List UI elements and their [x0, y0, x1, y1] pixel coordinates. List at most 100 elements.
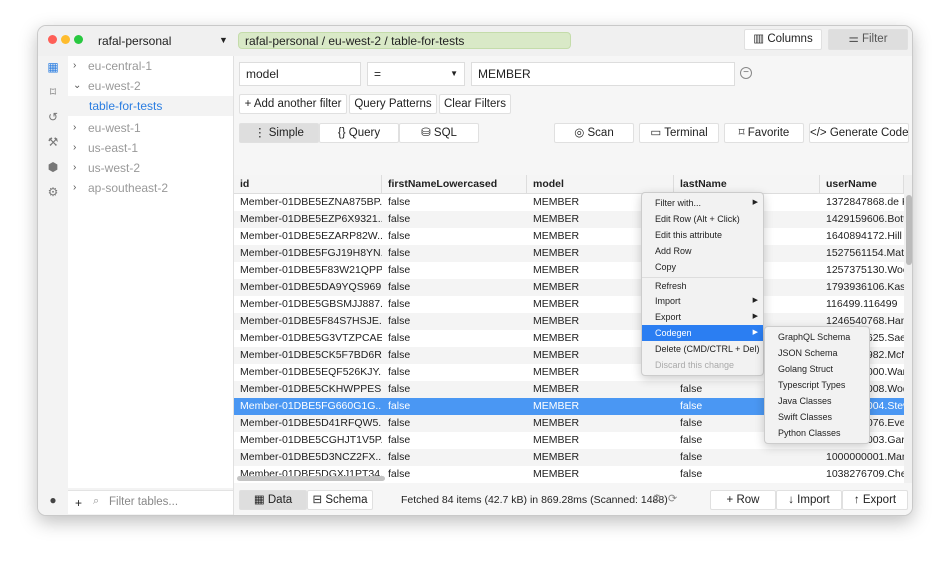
table-row[interactable]: Member-01DBE5D3NCZ2FX... false MEMBER false… — [234, 449, 904, 466]
add-row-button[interactable]: + Row — [710, 490, 776, 510]
column-header-username[interactable]: userName — [820, 175, 904, 193]
region-eu-west-2[interactable]: ⌄ eu-west-2 — [68, 76, 233, 96]
table-row[interactable]: Member-01DBE5DA9YQS969...falseMEMBERfals… — [234, 279, 904, 296]
table-cell[interactable]: false — [674, 449, 820, 466]
filter-operator-select[interactable]: = ▼ — [367, 62, 465, 86]
terminal-button[interactable]: ▭ Terminal — [639, 123, 719, 143]
table-cell[interactable]: false — [674, 466, 820, 483]
table-cell[interactable]: false — [382, 228, 527, 245]
filter-tables-input[interactable]: Filter tables... — [109, 496, 178, 508]
menu-item-export[interactable]: Export ▶ — [642, 309, 763, 325]
table-cell[interactable]: MEMBER — [527, 449, 674, 466]
table-cell[interactable]: 1640894172.Hill — [820, 228, 904, 245]
submenu-item-swift-classes[interactable]: Swift Classes — [765, 409, 869, 425]
table-row[interactable]: Member-01DBE5EZP6X9321...falseMEMBERfals… — [234, 211, 904, 228]
horizontal-scroll-thumb[interactable] — [237, 476, 385, 481]
table-cell[interactable]: Member-01DBE5EZP6X9321... — [234, 211, 382, 228]
table-row[interactable]: Member-01DBE5EZARP82W...falseMEMBERfalse… — [234, 228, 904, 245]
menu-item-copy[interactable]: Copy — [642, 259, 763, 275]
submenu-item-java-classes[interactable]: Java Classes — [765, 393, 869, 409]
gear-icon[interactable]: ⚙ — [46, 185, 60, 199]
table-cell[interactable]: false — [382, 449, 527, 466]
table-row[interactable]: Member-01DBE5GBSMJJ887...falseMEMBERfals… — [234, 296, 904, 313]
table-cell[interactable]: MEMBER — [527, 398, 674, 415]
menu-item-filter-with[interactable]: Filter with... ▶ — [642, 195, 763, 211]
table-row[interactable]: Member-01DBE5F83W21QPP...falseMEMBERfals… — [234, 262, 904, 279]
add-filter-button[interactable]: + Add another filter — [239, 94, 347, 114]
menu-item-delete-cmd-ctrl-del[interactable]: Delete (CMD/CTRL + Del) — [642, 341, 763, 357]
table-row[interactable]: Member-01DBE5EZNA875BP...falseMEMBERfals… — [234, 194, 904, 211]
menu-item-edit-this-attribute[interactable]: Edit this attribute — [642, 227, 763, 243]
menu-item-add-row[interactable]: Add Row — [642, 243, 763, 259]
table-cell[interactable]: Member-01DBE5EQF526KJY... — [234, 364, 382, 381]
submenu-item-golang-struct[interactable]: Golang Struct — [765, 361, 869, 377]
table-cell[interactable]: 1000000001.Manni — [820, 449, 904, 466]
tab-query[interactable]: {} Query — [319, 123, 399, 143]
submenu-item-graphql-schema[interactable]: GraphQL Schema — [765, 329, 869, 345]
table-cell[interactable]: Member-01DBE5DA9YQS969... — [234, 279, 382, 296]
tab-sql[interactable]: ⛁ SQL — [399, 123, 479, 143]
table-cell[interactable]: false — [382, 466, 527, 483]
menu-item-import[interactable]: Import ▶ — [642, 293, 763, 309]
vertical-scroll-thumb[interactable] — [906, 195, 912, 265]
region-eu-central-1[interactable]: › eu-central-1 — [68, 56, 233, 76]
table-cell[interactable]: false — [382, 279, 527, 296]
table-cell[interactable]: false — [382, 330, 527, 347]
table-cell[interactable]: 1527561154.Matth — [820, 245, 904, 262]
table-cell[interactable]: false — [382, 381, 527, 398]
table-cell[interactable]: false — [382, 194, 527, 211]
table-cell[interactable]: Member-01DBE5EZARP82W... — [234, 228, 382, 245]
menu-item-codegen[interactable]: Codegen ▶ — [642, 325, 763, 341]
table-cell[interactable]: Member-01DBE5FG660G1G... — [234, 398, 382, 415]
table-cell[interactable]: Member-01DBE5D41RFQW5... — [234, 415, 382, 432]
table-cell[interactable]: Member-01DBE5GBSMJJ887... — [234, 296, 382, 313]
table-cell[interactable]: MEMBER — [527, 381, 674, 398]
table-cell[interactable]: Member-01DBE5G3VTZPCAE... — [234, 330, 382, 347]
tab-simple[interactable]: ⋮ Simple — [239, 123, 319, 143]
chevron-down-icon[interactable]: ▼ — [219, 35, 228, 45]
favorite-button[interactable]: ⌑ Favorite — [724, 123, 804, 143]
table-cell[interactable]: false — [382, 262, 527, 279]
clear-filters-button[interactable]: Clear Filters — [439, 94, 511, 114]
menu-item-edit-row-alt-click[interactable]: Edit Row (Alt + Click) — [642, 211, 763, 227]
chat-icon[interactable]: ● — [46, 493, 60, 507]
table-cell[interactable]: Member-01DBE5CK5F7BD6R... — [234, 347, 382, 364]
add-table-button[interactable]: + — [75, 496, 82, 510]
refresh-icon[interactable]: ⟳ — [668, 492, 677, 505]
columns-button[interactable]: ▥ Columns — [744, 29, 822, 50]
close-window-button[interactable] — [48, 35, 57, 44]
table-cell[interactable]: false — [382, 211, 527, 228]
table-cell[interactable]: false — [382, 398, 527, 415]
query-patterns-button[interactable]: Query Patterns — [349, 94, 437, 114]
table-cell[interactable]: MEMBER — [527, 432, 674, 449]
table-cell[interactable]: false — [382, 313, 527, 330]
table-cell[interactable]: Member-01DBE5F84S7HSJE... — [234, 313, 382, 330]
history-icon[interactable]: ↺ — [46, 110, 60, 124]
submenu-item-json-schema[interactable]: JSON Schema — [765, 345, 869, 361]
import-button[interactable]: ↓ Import — [776, 490, 842, 510]
table-cell[interactable]: Member-01DBE5F83W21QPP... — [234, 262, 382, 279]
table-cell[interactable]: 1429159606.Bottr — [820, 211, 904, 228]
region-ap-southeast-2[interactable]: › ap-southeast-2 — [68, 178, 233, 198]
table-icon[interactable]: ▦ — [46, 60, 60, 74]
table-cell[interactable]: Member-01DBE5FGJ19H8YN... — [234, 245, 382, 262]
table-cell[interactable]: 1038276709.Chen — [820, 466, 904, 483]
profile-selector[interactable]: rafal-personal — [98, 34, 171, 48]
table-cell[interactable]: false — [382, 347, 527, 364]
table-cell[interactable]: Member-01DBE5CGHJT1V5P... — [234, 432, 382, 449]
submenu-item-typescript-types[interactable]: Typescript Types — [765, 377, 869, 393]
bookmark-icon[interactable]: ⌑ — [46, 85, 60, 99]
tab-schema[interactable]: ⊟ Schema — [307, 490, 373, 510]
filter-button[interactable]: ⚌ Filter — [828, 29, 908, 50]
table-cell[interactable]: 1372847868.de Ko — [820, 194, 904, 211]
column-header-model[interactable]: model — [527, 175, 674, 193]
table-cell[interactable]: MEMBER — [527, 415, 674, 432]
export-button[interactable]: ↑ Export — [842, 490, 908, 510]
package-icon[interactable]: ⬢ — [46, 160, 60, 174]
minimize-window-button[interactable] — [61, 35, 70, 44]
table-cell[interactable]: false — [382, 432, 527, 449]
column-header-lastname[interactable]: lastName — [674, 175, 820, 193]
table-cell[interactable]: Member-01DBE5D3NCZ2FX... — [234, 449, 382, 466]
column-header-id[interactable]: id — [234, 175, 382, 193]
table-row[interactable]: Member-01DBE5FGJ19H8YN...falseMEMBERfals… — [234, 245, 904, 262]
